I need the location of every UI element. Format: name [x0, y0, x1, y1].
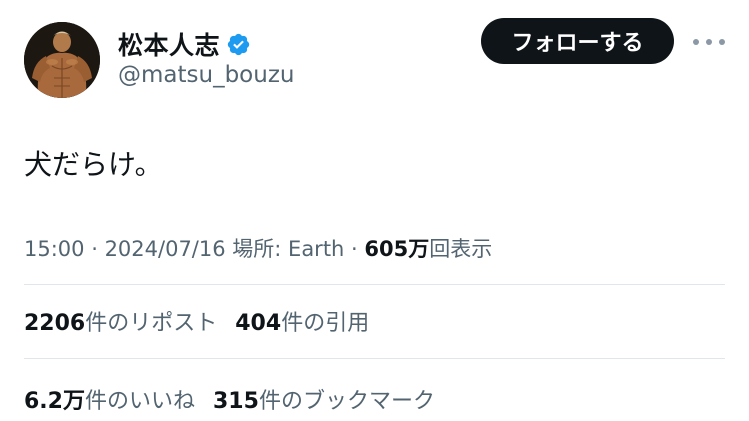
quotes-label: 件の引用 — [281, 311, 370, 336]
tweet-meta: 15:00 · 2024/07/16 場所: Earth · 605万回表示 — [24, 233, 492, 263]
stats-row-reposts: 2206件のリポスト 404件の引用 — [24, 305, 369, 337]
views-label: 回表示 — [429, 237, 493, 261]
tweet-time[interactable]: 15:00 — [24, 237, 85, 261]
likes-count: 6.2万 — [24, 389, 85, 414]
views-count: 605万 — [364, 237, 430, 261]
quotes-count: 404 — [235, 311, 282, 336]
bookmarks-label: 件のブックマーク — [258, 389, 435, 414]
reposts-stat[interactable]: 2206件のリポスト — [24, 305, 217, 337]
bookmarks-stat[interactable]: 315件のブックマーク — [213, 383, 435, 415]
reposts-label: 件のリポスト — [85, 311, 218, 336]
likes-label: 件のいいね — [84, 389, 195, 414]
divider — [24, 284, 725, 285]
more-horizontal-icon[interactable] — [693, 30, 725, 54]
quotes-stat[interactable]: 404件の引用 — [235, 305, 369, 337]
bookmarks-count: 315 — [213, 389, 259, 414]
meta-separator: · — [344, 237, 365, 261]
author-handle[interactable]: @matsu_bouzu — [118, 62, 294, 88]
avatar[interactable] — [24, 22, 100, 98]
likes-stat[interactable]: 6.2万件のいいね — [24, 383, 195, 415]
reposts-count: 2206 — [24, 311, 86, 336]
display-name[interactable]: 松本人志 — [118, 26, 220, 62]
verified-badge-icon[interactable] — [226, 32, 251, 57]
tweet-location[interactable]: Earth — [288, 237, 344, 261]
muscle-figure-avatar-icon — [24, 22, 100, 98]
stats-row-likes: 6.2万件のいいね 315件のブックマーク — [24, 383, 435, 415]
tweet-text: 犬だらけ。 — [24, 148, 163, 181]
location-label: 場所: — [225, 237, 289, 261]
divider — [24, 358, 725, 359]
author-name-row: 松本人志 — [118, 26, 251, 62]
follow-button[interactable]: フォローする — [481, 18, 674, 64]
tweet-date[interactable]: 2024/07/16 — [105, 237, 226, 261]
meta-separator: · — [84, 237, 105, 261]
